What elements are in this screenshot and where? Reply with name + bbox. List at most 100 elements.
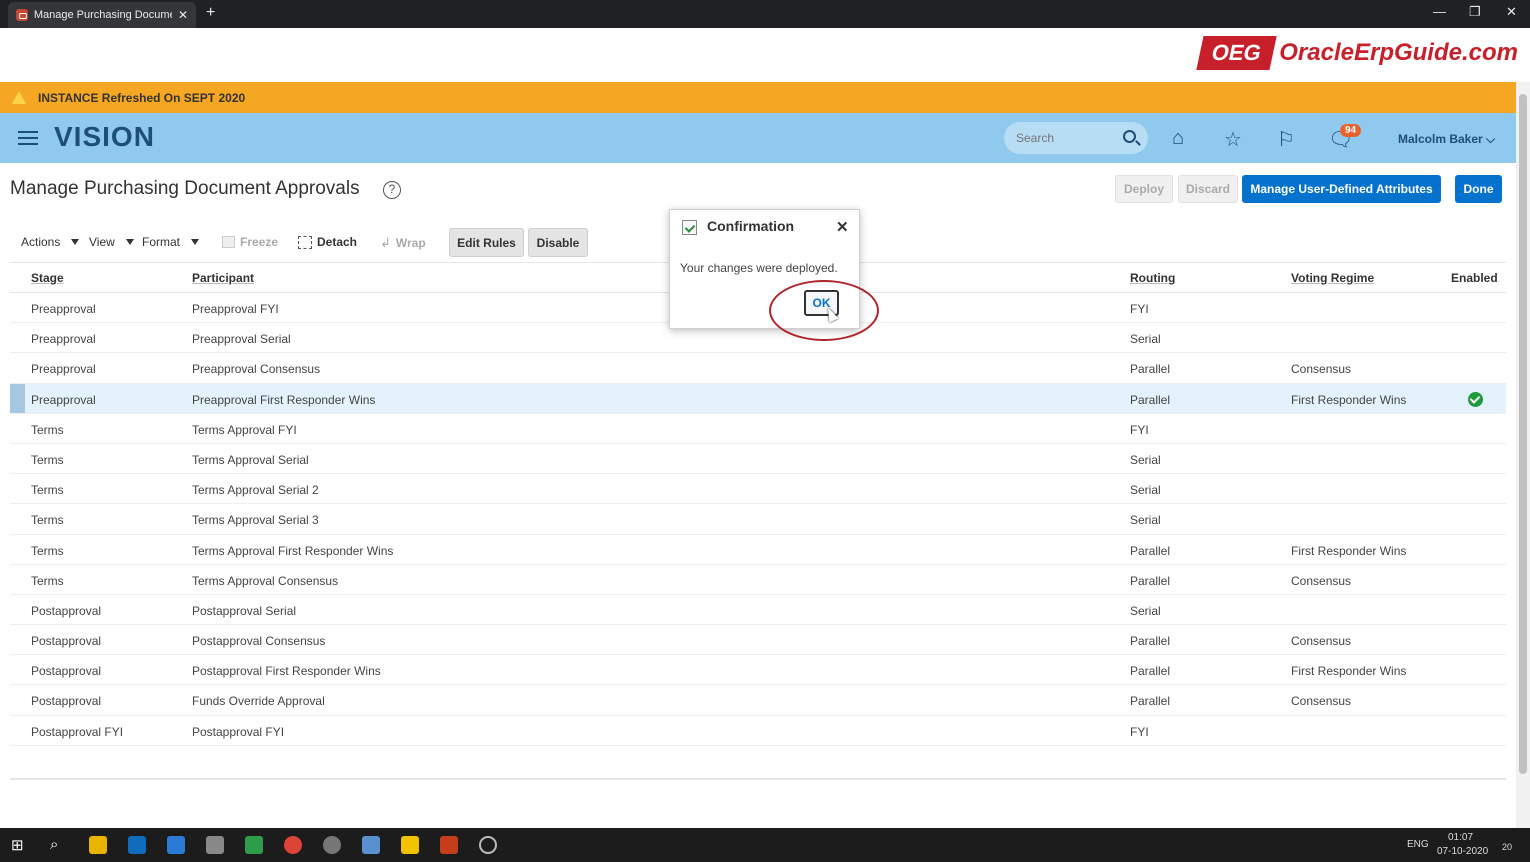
notepad-icon[interactable] (245, 836, 263, 854)
cell-participant: Terms Approval Serial 3 (192, 513, 319, 528)
user-menu[interactable]: Malcolm Baker ⌵ (1398, 132, 1495, 147)
column-header-routing[interactable]: Routing (1130, 271, 1175, 285)
cell-stage: Terms (31, 573, 64, 588)
search-icon[interactable]: ⌕ (50, 836, 68, 854)
home-icon[interactable]: ⌂ (1172, 127, 1184, 150)
cell-participant: Terms Approval Serial 2 (192, 483, 319, 498)
powerpoint-icon[interactable] (440, 836, 458, 854)
browser-tab[interactable]: Manage Purchasing Document A ✕ (8, 2, 196, 28)
cell-voting-regime: First Responder Wins (1291, 543, 1407, 558)
language-indicator[interactable]: ENG (1407, 839, 1429, 850)
search-icon[interactable] (1123, 130, 1136, 143)
cell-voting-regime: Consensus (1291, 573, 1352, 588)
detach-label: Detach (317, 235, 358, 249)
notification-center-count[interactable]: 20 (1502, 842, 1512, 852)
vision-logo[interactable]: VISION (54, 121, 155, 153)
flag-icon[interactable]: ⚐ (1277, 127, 1295, 152)
view-menu[interactable]: View (89, 235, 134, 249)
table-row[interactable]: Postapproval Postapproval First Responder… (10, 655, 1506, 686)
wrap-button[interactable]: ↲ Wrap (380, 235, 426, 251)
chrome-icon[interactable] (284, 836, 302, 854)
sticky-notes-icon[interactable] (401, 836, 419, 854)
cell-stage: Terms (31, 422, 64, 437)
app-icon[interactable] (206, 836, 224, 854)
cell-stage: Terms (31, 543, 64, 558)
oeg-site-name: OracleErpGuide.com (1279, 39, 1518, 66)
manage-user-defined-attributes-button[interactable]: Manage User-Defined Attributes (1242, 175, 1441, 203)
approvals-table: Stage Participant Routing Voting Regime … (10, 262, 1506, 746)
cell-stage: Terms (31, 483, 64, 498)
freeze-button[interactable]: Freeze (222, 235, 278, 249)
edit-rules-button[interactable]: Edit Rules (449, 228, 524, 257)
close-icon[interactable]: ✕ (836, 218, 849, 236)
table-row[interactable]: Terms Terms Approval Consensus Parallel Con… (10, 565, 1506, 595)
table-row[interactable]: Terms Terms Approval Serial Serial (10, 444, 1506, 475)
cell-routing: Serial (1130, 603, 1161, 618)
menu-icon[interactable] (18, 131, 38, 145)
clock-app-icon[interactable] (479, 836, 497, 854)
cell-stage: Preapproval (31, 392, 96, 407)
detach-button[interactable]: Detach (298, 235, 357, 249)
mail-icon[interactable] (167, 836, 185, 854)
table-row[interactable]: Preapproval Preapproval Consensus Parallel… (10, 353, 1506, 384)
disable-button[interactable]: Disable (528, 228, 588, 257)
table-row[interactable]: Postapproval FYI Postapproval FYI FYI (10, 716, 1506, 746)
outlook-icon[interactable] (128, 836, 146, 854)
table-row[interactable]: Postapproval Postapproval Consensus Parall… (10, 625, 1506, 656)
new-tab-button[interactable]: + (206, 4, 215, 22)
chevron-down-icon: ⌵ (1486, 132, 1496, 146)
cell-routing: FYI (1130, 724, 1149, 739)
table-row[interactable]: Terms Terms Approval Serial 2 Serial (10, 474, 1506, 505)
cell-participant: Preapproval Serial (192, 332, 291, 347)
table-row[interactable]: Terms Terms Approval First Responder Wins… (10, 535, 1506, 565)
windows-start-icon[interactable]: ⊞ (11, 836, 29, 854)
cell-routing: Serial (1130, 452, 1161, 467)
format-menu[interactable]: Format (142, 235, 200, 249)
cell-routing: Parallel (1130, 362, 1171, 377)
cell-routing: Serial (1130, 483, 1161, 498)
column-header-stage[interactable]: Stage (31, 271, 64, 285)
discard-button[interactable]: Discard (1178, 175, 1238, 203)
file-explorer-icon[interactable] (89, 836, 107, 854)
page-title: Manage Purchasing Document Approvals (10, 178, 360, 199)
enabled-check-icon (1468, 391, 1483, 407)
column-header-participant[interactable]: Participant (192, 271, 254, 285)
favorites-icon[interactable]: ☆ (1224, 127, 1242, 152)
restore-button[interactable]: ❐ (1469, 4, 1481, 20)
clock-date[interactable]: 07-10-2020 (1437, 846, 1488, 857)
cell-participant: Postapproval Consensus (192, 634, 326, 649)
cell-participant: Preapproval First Responder Wins (192, 392, 376, 407)
cell-routing: Parallel (1130, 543, 1171, 558)
user-name: Malcolm Baker (1398, 132, 1483, 146)
table-row[interactable]: Terms Terms Approval Serial 3 Serial (10, 504, 1506, 535)
snipping-tool-icon[interactable] (323, 836, 341, 854)
column-header-voting-regime[interactable]: Voting Regime (1291, 271, 1374, 285)
table-row[interactable]: Preapproval Preapproval First Responder W… (10, 383, 1506, 414)
table-row[interactable]: Postapproval Postapproval Serial Serial (10, 595, 1506, 626)
help-icon[interactable]: ? (383, 181, 401, 199)
dialog-title: Confirmation (707, 218, 795, 234)
clock-time[interactable]: 01:07 (1448, 832, 1473, 843)
app-icon[interactable] (362, 836, 380, 854)
done-button[interactable]: Done (1455, 175, 1502, 203)
cell-stage: Postapproval (31, 634, 102, 649)
tab-close-icon[interactable]: ✕ (178, 8, 188, 22)
deploy-button[interactable]: Deploy (1115, 175, 1173, 203)
actions-menu[interactable]: Actions (21, 235, 80, 249)
cell-stage: Postapproval (31, 694, 102, 709)
table-body: Preapproval Preapproval FYI FYI Preapproval… (10, 293, 1506, 746)
column-header-enabled[interactable]: Enabled (1451, 271, 1498, 285)
window-close-button[interactable]: ✕ (1506, 4, 1517, 20)
actions-label: Actions (21, 235, 61, 249)
search-input[interactable] (1016, 131, 1116, 145)
cell-participant: Postapproval First Responder Wins (192, 664, 381, 679)
page-scrollbar[interactable] (1516, 82, 1530, 828)
table-row[interactable]: Postapproval Funds Override Approval Paral… (10, 685, 1506, 716)
minimize-button[interactable]: — (1433, 4, 1446, 19)
cell-routing: Serial (1130, 513, 1161, 528)
table-row[interactable]: Terms Terms Approval FYI FYI (10, 414, 1506, 444)
scrollbar-thumb[interactable] (1519, 94, 1527, 774)
cell-routing: Parallel (1130, 634, 1171, 649)
cell-participant: Terms Approval Consensus (192, 573, 339, 588)
global-search[interactable] (1004, 122, 1148, 154)
